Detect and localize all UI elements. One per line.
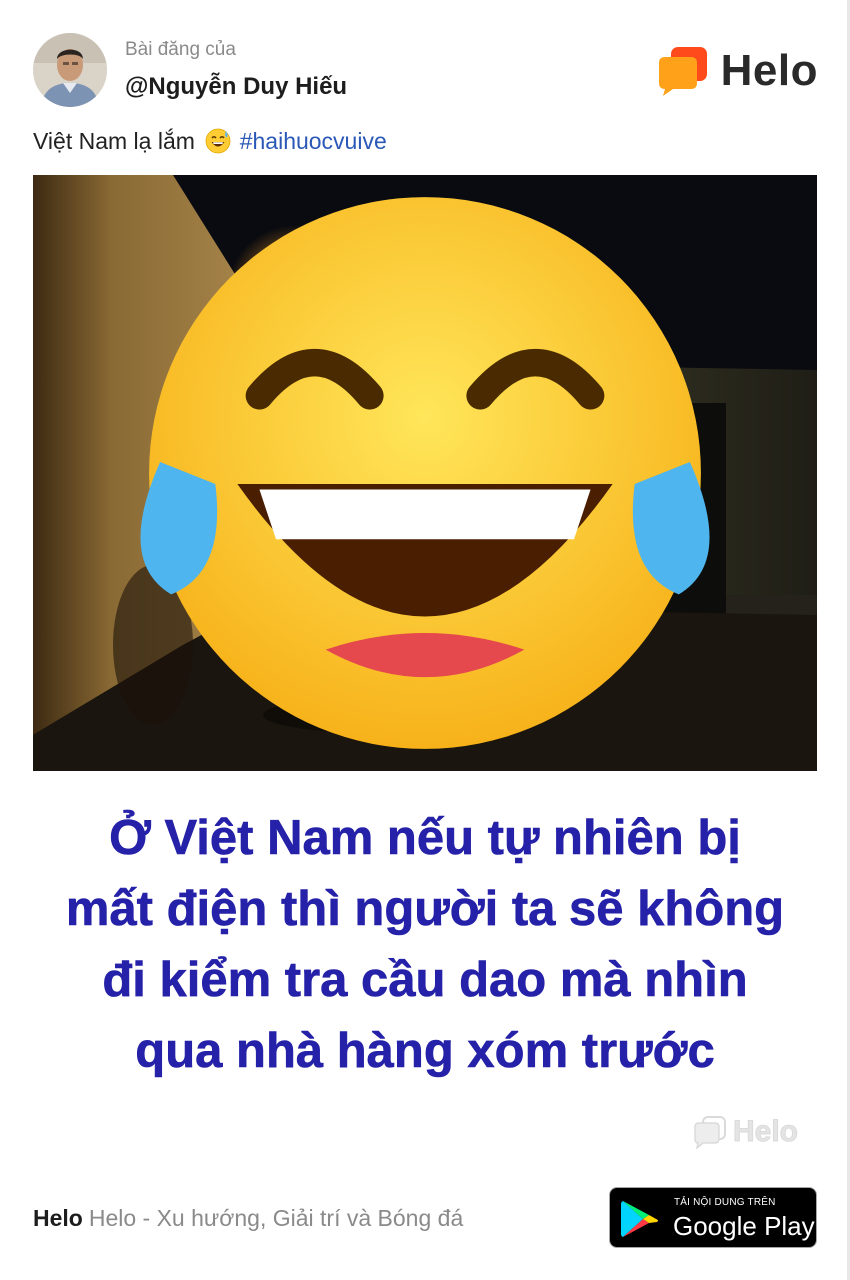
footer-brand: Helo [33, 1205, 83, 1231]
post-header: Bài đăng của @Nguyễn Duy Hiếu Helo [33, 33, 818, 113]
helo-watermark-icon [694, 1116, 726, 1149]
brand-name: Helo [720, 46, 818, 95]
post-image[interactable] [33, 175, 817, 771]
google-play-badge-button[interactable]: TẢI NỘI DUNG TRÊN Google Play [609, 1187, 817, 1248]
hashtag-link[interactable]: #haihuocvuive [240, 128, 387, 154]
username[interactable]: @Nguyễn Duy Hiếu [125, 73, 347, 101]
watermark-text: Helo [732, 1115, 799, 1149]
meme-text-line: Ở Việt Nam nếu tự nhiên bị [109, 811, 741, 866]
helo-logo-icon [658, 47, 707, 96]
google-play-icon [621, 1201, 658, 1237]
meme-text-line: đi kiểm tra cầu dao mà nhìn [102, 953, 748, 1008]
brand-logo[interactable]: Helo [657, 43, 818, 99]
sweat-smile-emoji-icon [205, 128, 231, 154]
posted-by-label: Bài đăng của [125, 39, 236, 60]
footer-app-info: Helo Helo - Xu hướng, Giải trí và Bóng đá [33, 1205, 463, 1232]
meme-text-line: mất điện thì người ta sẽ không [65, 882, 785, 937]
store-badge-small-text: TẢI NỘI DUNG TRÊN [674, 1197, 776, 1208]
tears-of-joy-emoji-icon [140, 197, 710, 749]
meme-text: Ở Việt Nam nếu tự nhiên bị mất điện thì … [33, 803, 817, 1087]
helo-watermark: Helo [693, 1112, 799, 1152]
footer-tagline: Helo - Xu hướng, Giải trí và Bóng đá [88, 1205, 464, 1231]
store-badge-big-text: Google Play [673, 1211, 815, 1241]
caption-text: Việt Nam lạ lắm [33, 128, 195, 154]
meme-text-line: qua nhà hàng xóm trước [135, 1024, 715, 1079]
avatar[interactable] [33, 33, 107, 107]
post-caption: Việt Nam lạ lắm #haihuocvuive [33, 128, 387, 155]
